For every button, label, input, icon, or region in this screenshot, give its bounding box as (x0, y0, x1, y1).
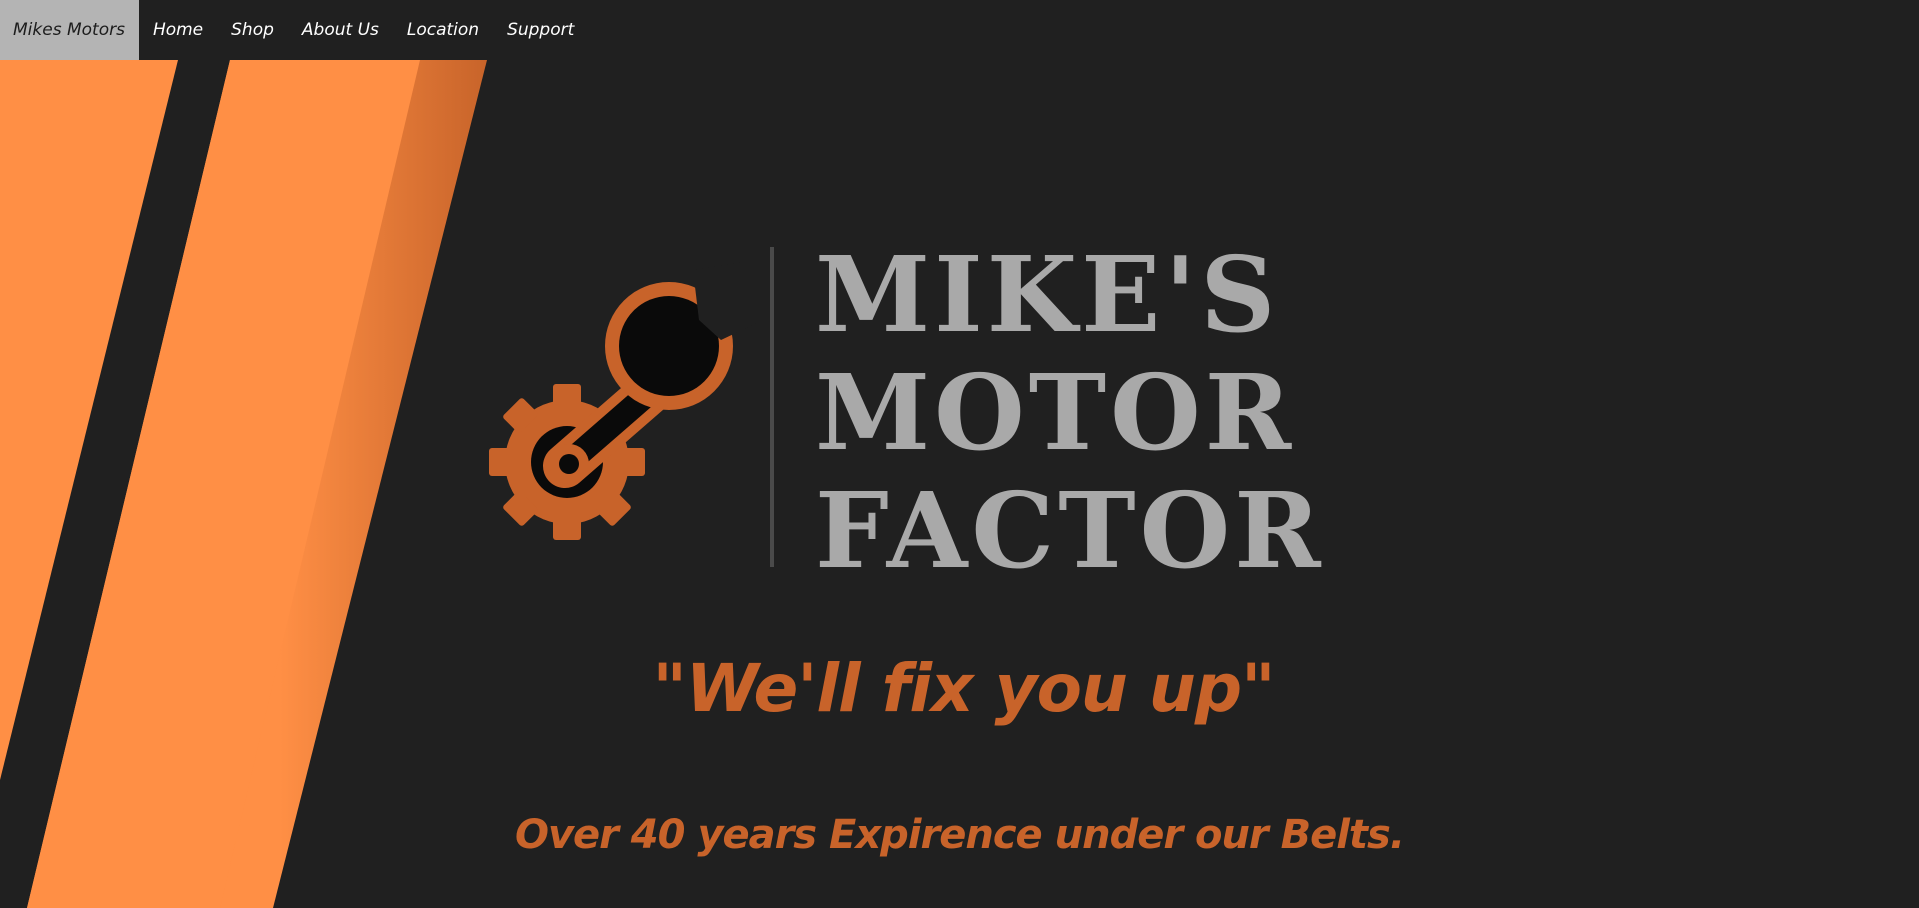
nav-item-home[interactable]: Home (139, 0, 217, 60)
logo-line-3: FACTOR (815, 469, 1325, 592)
page: Mikes Motors Home Shop About Us Location… (0, 0, 1919, 908)
logo-line-1: MIKE'S (815, 233, 1280, 356)
nav-item-support[interactable]: Support (493, 0, 588, 60)
decorative-stripes (0, 60, 487, 908)
top-navbar: Mikes Motors Home Shop About Us Location… (0, 0, 1919, 60)
nav-item-shop[interactable]: Shop (217, 0, 288, 60)
nav-item-about-us[interactable]: About Us (288, 0, 393, 60)
nav-item-location[interactable]: Location (393, 0, 493, 60)
logo-divider (770, 247, 774, 567)
hero-subtitle: Over 40 years Expirence under our Belts. (514, 812, 1405, 858)
logo-line-2: MOTOR (815, 351, 1296, 474)
hero-tagline: "We'll fix you up" (652, 650, 1276, 727)
logo-wordmark: MIKE'S MOTOR FACTOR (815, 236, 1325, 590)
nav-brand-link[interactable]: Mikes Motors (0, 0, 139, 60)
